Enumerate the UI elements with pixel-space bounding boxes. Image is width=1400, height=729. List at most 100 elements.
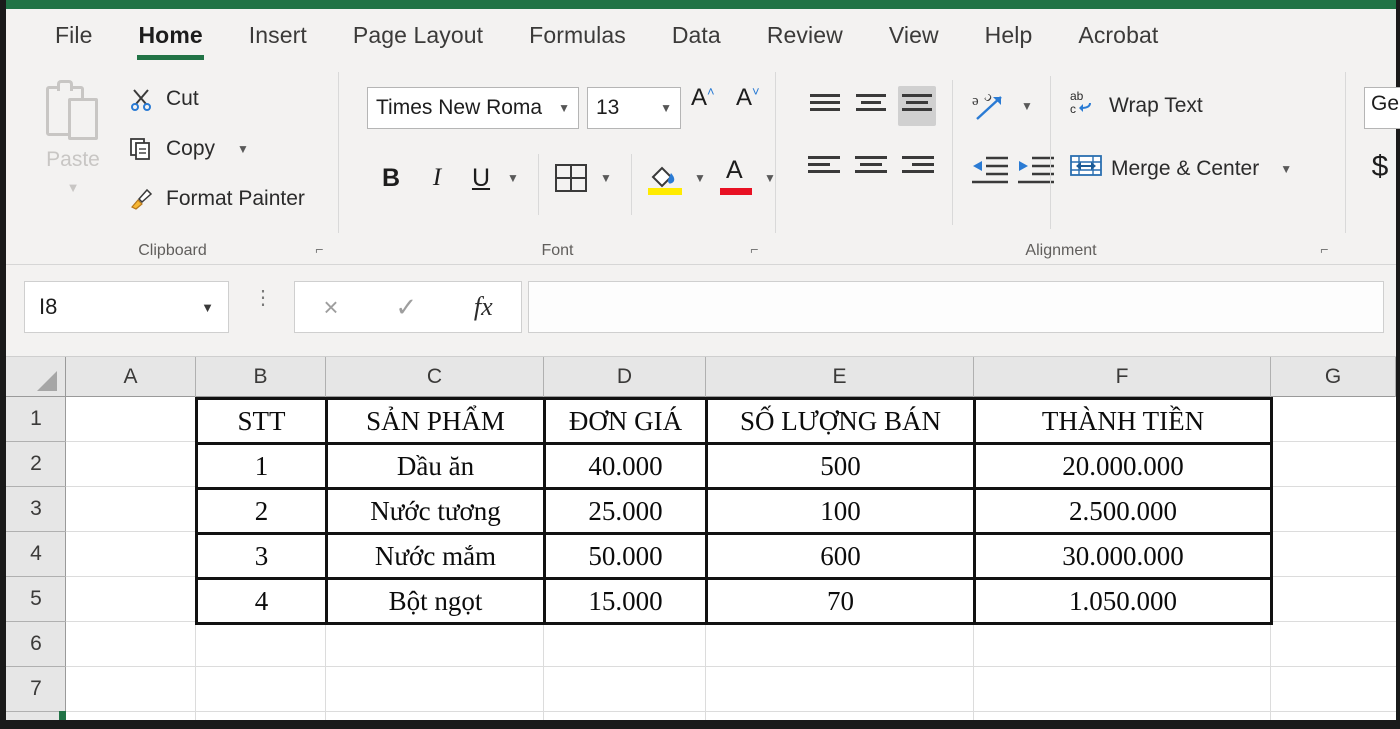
cell-thanh-tien[interactable]: 20.000.000 — [973, 442, 1273, 490]
font-color-button[interactable]: A — [717, 156, 757, 198]
cell-stt[interactable]: 3 — [195, 532, 328, 580]
align-left-button[interactable] — [806, 152, 844, 184]
tab-home[interactable]: Home — [115, 18, 225, 60]
th-san-pham[interactable]: SẢN PHẨM — [325, 397, 546, 445]
svg-text:ab: ab — [1070, 89, 1084, 103]
cell-san-pham[interactable]: Bột ngọt — [325, 577, 546, 625]
row-header-1[interactable]: 1 — [6, 397, 66, 442]
font-name-value: Times New Roma — [376, 96, 543, 119]
cell-san-pham[interactable]: Nước tương — [325, 487, 546, 535]
italic-button[interactable]: I — [421, 160, 453, 196]
tab-data[interactable]: Data — [649, 18, 744, 53]
wrap-text-button[interactable]: ab c Wrap Text — [1070, 88, 1203, 124]
cell-grid[interactable]: STT SẢN PHẨM ĐƠN GIÁ SỐ LƯỢNG BÁN THÀNH … — [66, 397, 1396, 724]
cell-stt[interactable]: 2 — [195, 487, 328, 535]
table-row: 1 Dầu ăn 40.000 500 20.000.000 — [195, 442, 1273, 490]
paste-button[interactable]: Paste ▼ — [28, 72, 118, 202]
cell-don-gia[interactable]: 40.000 — [543, 442, 708, 490]
decrease-indent-button[interactable] — [968, 150, 1012, 188]
alignment-dialog-launcher[interactable]: ⌐ — [1317, 242, 1332, 257]
th-stt[interactable]: STT — [195, 397, 328, 445]
align-center-button[interactable] — [852, 152, 890, 184]
align-middle-button[interactable] — [852, 90, 890, 122]
row-header-4[interactable]: 4 — [6, 532, 66, 577]
copy-button[interactable]: Copy ▼ — [126, 134, 249, 164]
cell-san-pham[interactable]: Nước mắm — [325, 532, 546, 580]
tab-acrobat[interactable]: Acrobat — [1055, 18, 1181, 53]
column-header-e[interactable]: E — [706, 357, 974, 397]
align-right-button[interactable] — [898, 152, 936, 184]
column-header-c[interactable]: C — [326, 357, 544, 397]
cell-thanh-tien[interactable]: 2.500.000 — [973, 487, 1273, 535]
underline-chevron-down-icon[interactable]: ▼ — [502, 166, 524, 190]
insert-function-button[interactable]: fx — [474, 292, 493, 322]
column-header-g[interactable]: G — [1271, 357, 1396, 397]
tab-formulas[interactable]: Formulas — [506, 18, 649, 53]
underline-button[interactable]: U — [465, 160, 497, 196]
row-header-2[interactable]: 2 — [6, 442, 66, 487]
cell-so-luong[interactable]: 600 — [705, 532, 976, 580]
confirm-edit-button[interactable]: ✓ — [395, 292, 417, 323]
orientation-button[interactable]: ə ɔ — [968, 86, 1012, 126]
currency-format-button[interactable]: $ — [1366, 150, 1394, 184]
cell-stt[interactable]: 4 — [195, 577, 328, 625]
column-header-a[interactable]: A — [66, 357, 196, 397]
font-dialog-launcher[interactable]: ⌐ — [747, 242, 762, 257]
decrease-font-size-button[interactable]: A˅ — [736, 84, 760, 112]
th-thanh-tien[interactable]: THÀNH TIỀN — [973, 397, 1273, 445]
cell-thanh-tien[interactable]: 30.000.000 — [973, 532, 1273, 580]
chevron-down-icon[interactable]: ▼ — [660, 101, 672, 115]
clipboard-dialog-launcher[interactable]: ⌐ — [312, 242, 327, 257]
column-header-d[interactable]: D — [544, 357, 706, 397]
align-top-button[interactable] — [806, 90, 844, 122]
borders-chevron-down-icon[interactable]: ▼ — [595, 166, 617, 190]
align-bottom-button[interactable] — [898, 86, 936, 126]
cell-stt[interactable]: 1 — [195, 442, 328, 490]
cell-san-pham[interactable]: Dầu ăn — [325, 442, 546, 490]
orientation-chevron-down-icon[interactable]: ▼ — [1016, 94, 1038, 118]
chevron-down-icon[interactable]: ▼ — [201, 300, 214, 315]
chevron-down-icon[interactable]: ▼ — [1280, 162, 1292, 176]
cell-so-luong[interactable]: 100 — [705, 487, 976, 535]
format-painter-button[interactable]: Format Painter — [126, 184, 305, 214]
cell-so-luong[interactable]: 70 — [705, 577, 976, 625]
tab-help[interactable]: Help — [962, 18, 1056, 53]
row-header-6[interactable]: 6 — [6, 622, 66, 667]
increase-indent-button[interactable] — [1014, 150, 1058, 188]
merge-center-button[interactable]: Merge & Center ▼ — [1070, 152, 1292, 186]
column-header-b[interactable]: B — [196, 357, 326, 397]
row-header-5[interactable]: 5 — [6, 577, 66, 622]
chevron-down-icon[interactable]: ▼ — [558, 101, 570, 115]
cut-button[interactable]: Cut — [126, 84, 199, 114]
borders-button[interactable] — [551, 160, 591, 196]
tab-review[interactable]: Review — [744, 18, 866, 53]
fill-color-button[interactable] — [643, 158, 685, 198]
th-don-gia[interactable]: ĐƠN GIÁ — [543, 397, 708, 445]
cell-don-gia[interactable]: 25.000 — [543, 487, 708, 535]
font-size-input[interactable]: 13 ▼ — [587, 87, 681, 129]
tab-insert[interactable]: Insert — [226, 18, 330, 53]
chevron-down-icon[interactable]: ▼ — [67, 180, 80, 195]
chevron-down-icon[interactable]: ▼ — [237, 142, 249, 156]
formula-bar-handle[interactable]: ⋮ — [253, 288, 273, 308]
select-all-button[interactable] — [6, 357, 66, 397]
cell-thanh-tien[interactable]: 1.050.000 — [973, 577, 1273, 625]
column-header-f[interactable]: F — [974, 357, 1271, 397]
increase-font-size-button[interactable]: A˄ — [691, 84, 715, 112]
row-header-7[interactable]: 7 — [6, 667, 66, 712]
formula-input[interactable] — [528, 281, 1384, 333]
row-header-3[interactable]: 3 — [6, 487, 66, 532]
cancel-edit-button[interactable]: × — [323, 292, 338, 323]
name-box[interactable]: I8 ▼ — [24, 281, 229, 333]
font-name-input[interactable]: Times New Roma ▼ — [367, 87, 579, 129]
tab-view[interactable]: View — [866, 18, 962, 53]
cell-don-gia[interactable]: 50.000 — [543, 532, 708, 580]
bold-button[interactable]: B — [375, 160, 407, 196]
fill-color-chevron-down-icon[interactable]: ▼ — [689, 166, 711, 190]
tab-page-layout[interactable]: Page Layout — [330, 18, 506, 53]
tab-file[interactable]: File — [32, 18, 115, 53]
number-format-select[interactable]: Gen — [1364, 87, 1400, 129]
th-so-luong[interactable]: SỐ LƯỢNG BÁN — [705, 397, 976, 445]
cell-so-luong[interactable]: 500 — [705, 442, 976, 490]
cell-don-gia[interactable]: 15.000 — [543, 577, 708, 625]
